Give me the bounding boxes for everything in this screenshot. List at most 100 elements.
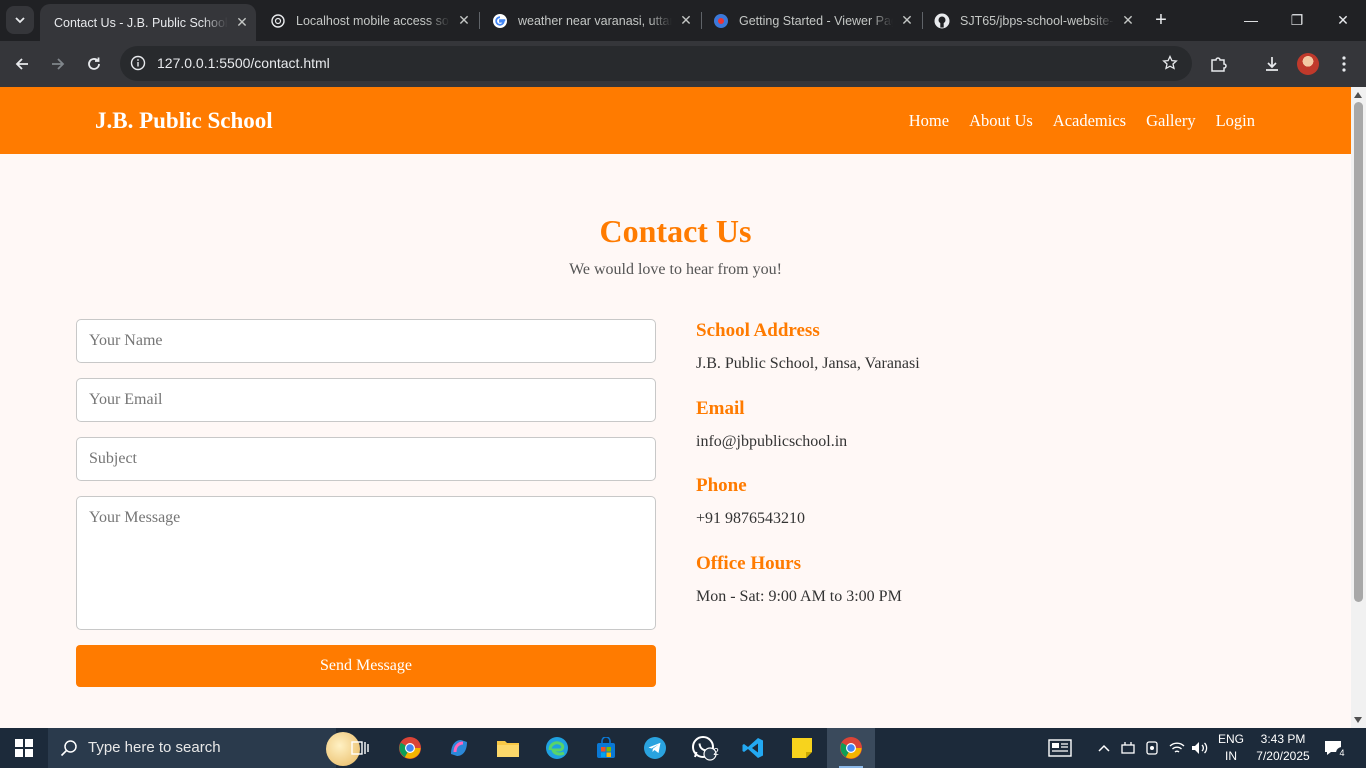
profile-avatar[interactable] (1297, 53, 1319, 75)
minimize-button[interactable]: — (1228, 6, 1274, 34)
close-tab-icon[interactable]: ✕ (893, 12, 921, 29)
clock-time: 3:43 PM (1260, 732, 1306, 746)
chrome-icon (399, 737, 421, 759)
send-message-button[interactable]: Send Message (76, 645, 656, 687)
scroll-down-arrow-icon[interactable] (1354, 717, 1362, 723)
page-scrollbar[interactable] (1351, 87, 1366, 728)
speaker-icon (1192, 742, 1208, 754)
news-widget-button[interactable] (1048, 728, 1072, 768)
browser-tab-contact[interactable]: Contact Us - J.B. Public School ✕ (40, 4, 256, 41)
downloads-button[interactable] (1258, 50, 1286, 78)
show-hidden-icons-button[interactable] (1098, 728, 1110, 768)
tab-search-button[interactable] (6, 6, 34, 34)
region-code: IN (1225, 749, 1237, 763)
address-heading: School Address (696, 320, 820, 341)
site-info-icon[interactable] (130, 55, 146, 71)
battery-plug-icon (1121, 742, 1135, 754)
close-tab-icon[interactable]: ✕ (450, 12, 478, 29)
taskbar-search-box[interactable]: Type here to search (48, 728, 360, 768)
taskbar-whatsapp[interactable]: 2 (680, 728, 728, 768)
taskbar-edge[interactable] (533, 728, 581, 768)
device-indicator[interactable] (1145, 728, 1159, 768)
taskbar-telegram[interactable] (631, 728, 679, 768)
viewer-logo-icon (713, 13, 729, 29)
scroll-up-arrow-icon[interactable] (1354, 92, 1362, 98)
browser-menu-button[interactable] (1330, 50, 1358, 78)
site-brand[interactable]: J.B. Public School (95, 87, 273, 154)
taskbar-sticky-notes[interactable] (778, 728, 826, 768)
notification-count: 4 (1336, 747, 1348, 759)
news-icon (1048, 739, 1072, 757)
extensions-button[interactable] (1204, 50, 1232, 78)
browser-tab-weather[interactable]: weather near varanasi, uttar pradesh ✕ (478, 0, 700, 41)
new-tab-button[interactable]: + (1150, 8, 1172, 32)
sticky-notes-icon (792, 738, 812, 758)
office-hours-heading: Office Hours (696, 553, 802, 574)
bookmark-star-icon[interactable] (1162, 55, 1178, 71)
restore-button[interactable]: ❐ (1274, 6, 1320, 34)
taskbar-file-explorer[interactable] (484, 728, 532, 768)
site-nav: Home About Us Academics Gallery Login (909, 87, 1255, 154)
tab-title: Contact Us - J.B. Public School (54, 15, 228, 30)
office-hours-text: Mon - Sat: 9:00 AM to 3:00 PM (696, 588, 902, 605)
nav-link-gallery[interactable]: Gallery (1146, 111, 1195, 131)
address-bar[interactable]: 127.0.0.1:5500/contact.html (120, 46, 1192, 81)
email-field[interactable] (76, 378, 656, 422)
arrow-right-icon (52, 58, 65, 70)
download-icon (1266, 57, 1278, 71)
start-button[interactable] (0, 728, 48, 768)
tab-title: weather near varanasi, uttar pradesh (518, 13, 672, 28)
vscode-icon (742, 738, 763, 758)
taskbar-chrome-active[interactable] (827, 728, 875, 768)
browser-tab-github[interactable]: SJT65/jbps-school-website-updated ✕ (920, 0, 1142, 41)
nav-link-home[interactable]: Home (909, 111, 949, 131)
nav-link-about-us[interactable]: About Us (969, 111, 1033, 131)
network-indicator[interactable] (1169, 728, 1185, 768)
site-navbar: J.B. Public School Home About Us Academi… (0, 87, 1351, 154)
language-code: ENG (1217, 732, 1244, 746)
copilot-icon (451, 740, 467, 756)
web-page: J.B. Public School Home About Us Academi… (0, 87, 1351, 728)
kebab-menu-icon (1342, 56, 1346, 72)
email-heading: Email (696, 398, 745, 419)
chrome-icon (840, 737, 862, 759)
taskbar-chrome[interactable] (386, 728, 434, 768)
taskbar-copilot[interactable] (435, 728, 483, 768)
chevron-up-icon (1098, 744, 1110, 752)
arrow-left-icon (15, 58, 28, 70)
notification-center-button[interactable]: 4 (1323, 728, 1348, 768)
device-icon (1146, 741, 1158, 755)
telegram-icon (644, 737, 666, 759)
volume-indicator[interactable] (1191, 728, 1209, 768)
forward-button[interactable] (44, 50, 72, 78)
reload-button[interactable] (80, 50, 108, 78)
battery-indicator[interactable] (1120, 728, 1136, 768)
taskbar-store[interactable] (582, 728, 630, 768)
page-subtitle: We would love to hear from you! (569, 261, 782, 278)
subject-field[interactable] (76, 437, 656, 481)
google-icon (492, 13, 508, 29)
close-tab-icon[interactable]: ✕ (228, 14, 256, 31)
task-view-button[interactable] (336, 728, 384, 768)
taskbar-vscode[interactable] (729, 728, 777, 768)
tab-title: Getting Started - Viewer Page (739, 13, 893, 28)
phone-heading: Phone (696, 475, 747, 496)
message-field[interactable] (76, 496, 656, 630)
nav-link-academics[interactable]: Academics (1053, 111, 1126, 131)
nav-link-login[interactable]: Login (1216, 111, 1255, 131)
language-indicator[interactable]: ENG IN (1216, 731, 1246, 765)
back-button[interactable] (8, 50, 36, 78)
browser-tab-localhost[interactable]: Localhost mobile access solution ✕ (256, 0, 478, 41)
scroll-thumb[interactable] (1354, 102, 1363, 602)
page-title: Contact Us (599, 213, 752, 249)
chatgpt-icon (270, 13, 286, 29)
close-tab-icon[interactable]: ✕ (672, 12, 700, 29)
clock[interactable]: 3:43 PM 7/20/2025 (1252, 731, 1314, 765)
close-window-button[interactable]: ✕ (1320, 6, 1366, 34)
wifi-icon (1169, 742, 1185, 753)
browser-tab-viewer[interactable]: Getting Started - Viewer Page ✕ (699, 0, 921, 41)
close-tab-icon[interactable]: ✕ (1114, 12, 1142, 29)
windows-logo-icon (15, 739, 33, 757)
search-placeholder: Type here to search (88, 739, 221, 756)
name-field[interactable] (76, 319, 656, 363)
